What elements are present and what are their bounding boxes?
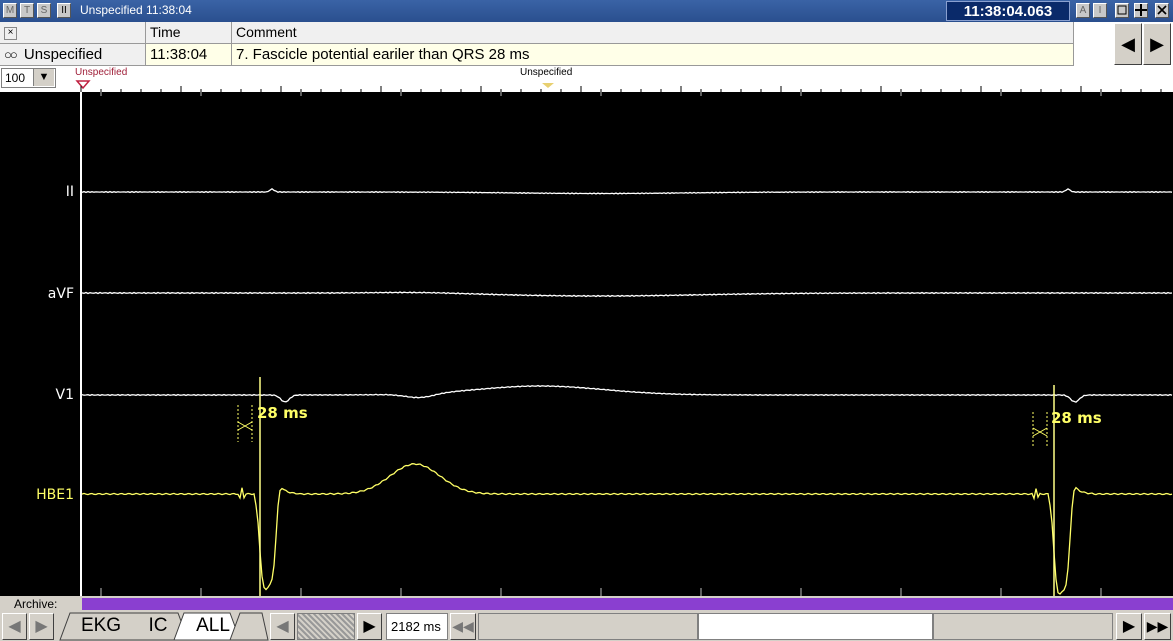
- channel-label-hbe1[interactable]: HBE1: [0, 487, 74, 503]
- pause-button[interactable]: II: [57, 3, 71, 18]
- rewind-button[interactable]: ◀◀: [450, 613, 476, 640]
- channel-label-v1[interactable]: V1: [0, 387, 74, 403]
- annotate-a-button[interactable]: A: [1076, 3, 1090, 18]
- scroll-left-button[interactable]: ◀: [2, 613, 27, 640]
- channel-label-ii[interactable]: II: [0, 184, 74, 200]
- event-label: Unspecified: [23, 46, 103, 63]
- move-window-icon[interactable]: [1134, 3, 1148, 18]
- mode-s-button[interactable]: S: [37, 3, 51, 18]
- close-window-icon[interactable]: [1155, 3, 1169, 18]
- event-row-label[interactable]: ○○ Unspecified: [0, 44, 146, 66]
- trace-avf: [81, 291, 1173, 298]
- timeline-track-left[interactable]: [478, 613, 698, 640]
- trace-hbe1: [81, 463, 1173, 595]
- archive-bar[interactable]: [82, 598, 1173, 610]
- time-ruler: [75, 80, 1162, 92]
- event-row-comment[interactable]: 7. Fascicle potential eariler than QRS 2…: [232, 44, 1074, 66]
- page-back-button[interactable]: ◀: [270, 613, 295, 640]
- next-event-button[interactable]: ▶: [1143, 23, 1171, 65]
- timeline-track-right[interactable]: [933, 613, 1113, 640]
- measurement-label-2: 28 ms: [1051, 409, 1102, 427]
- play-forward-button[interactable]: ▶: [1116, 613, 1142, 640]
- page-forward-button[interactable]: ▶: [357, 613, 382, 640]
- tab-all[interactable]: ALL: [188, 612, 238, 641]
- caliper-2: [1032, 412, 1048, 448]
- channel-label-avf[interactable]: aVF: [0, 286, 74, 302]
- event-row-time[interactable]: 11:38:04: [146, 44, 232, 66]
- window-title: Unspecified 11:38:04: [80, 3, 192, 17]
- sweep-duration: 2182 ms: [386, 613, 448, 640]
- archive-label: Archive:: [14, 597, 58, 611]
- waveform-display[interactable]: [0, 92, 1173, 596]
- timeline-thumb[interactable]: [698, 613, 933, 640]
- info-i-button[interactable]: I: [1093, 3, 1107, 18]
- mid-marker-icon: [542, 83, 554, 88]
- event-close-button[interactable]: ×: [0, 22, 146, 44]
- tab-ic[interactable]: IC: [138, 612, 178, 641]
- trace-v1: [81, 384, 1173, 403]
- mode-t-button[interactable]: T: [20, 3, 34, 18]
- left-marker-icon: [75, 80, 91, 90]
- comment-column-header[interactable]: Comment: [232, 22, 1074, 44]
- glasses-icon: ○○: [4, 47, 18, 62]
- clock-display: 11:38:04.063: [946, 1, 1070, 21]
- caliper-1: [237, 405, 253, 442]
- previous-event-button[interactable]: ◀: [1114, 23, 1142, 65]
- restore-window-icon[interactable]: [1115, 3, 1129, 18]
- scroll-right-button[interactable]: ▶: [29, 613, 54, 640]
- tab-ekg[interactable]: EKG: [72, 612, 130, 641]
- page-scroll-thumb[interactable]: [297, 613, 355, 640]
- mode-m-button[interactable]: M: [3, 3, 17, 18]
- fast-forward-button[interactable]: ▶▶: [1144, 613, 1171, 640]
- time-column-header[interactable]: Time: [146, 22, 232, 44]
- trace-ii: [81, 187, 1173, 195]
- measurement-label-1: 28 ms: [257, 404, 308, 422]
